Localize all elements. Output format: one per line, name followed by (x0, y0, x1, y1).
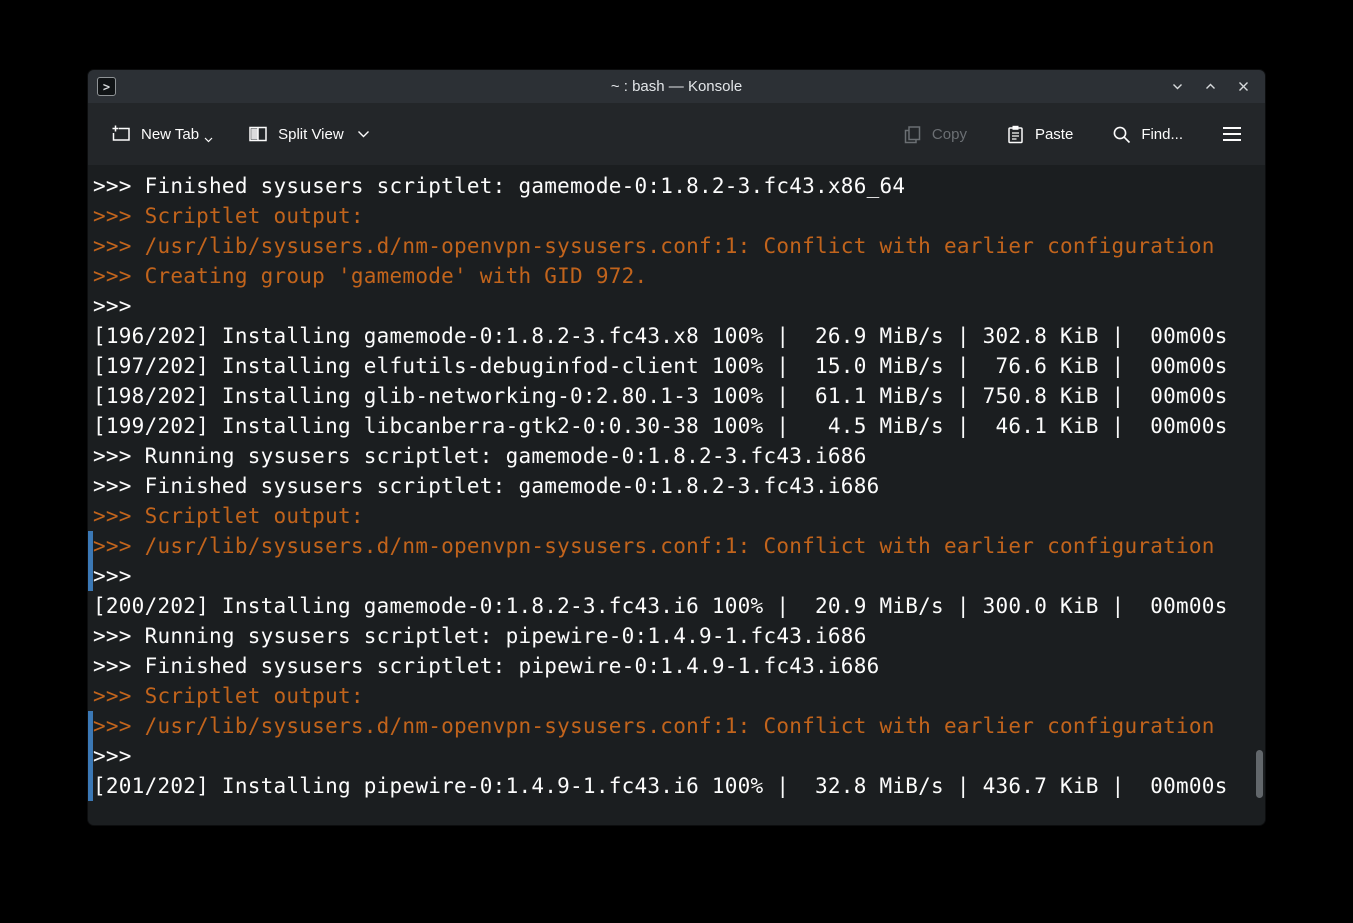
terminal-line: [196/202] Installing gamemode-0:1.8.2-3.… (88, 321, 1265, 351)
terminal-line: >>> (88, 561, 1265, 591)
terminal-line-text: >>> Scriptlet output: (93, 504, 364, 528)
terminal-line: >>> Finished sysusers scriptlet: gamemod… (88, 171, 1265, 201)
terminal-line: [200/202] Installing gamemode-0:1.8.2-3.… (88, 591, 1265, 621)
terminal-line-text: >>> /usr/lib/sysusers.d/nm-openvpn-sysus… (93, 234, 1215, 258)
terminal-line-text: >>> Finished sysusers scriptlet: gamemod… (93, 174, 905, 198)
maximize-button[interactable] (1203, 79, 1218, 94)
terminal-output: >>> Finished sysusers scriptlet: gamemod… (88, 171, 1265, 801)
terminal-line-text: >>> Finished sysusers scriptlet: gamemod… (93, 474, 879, 498)
terminal-line-text: [201/202] Installing pipewire-0:1.4.9-1.… (93, 774, 1228, 798)
terminal-line: >>> (88, 291, 1265, 321)
terminal-line-text: >>> Finished sysusers scriptlet: pipewir… (93, 654, 879, 678)
terminal-line: >>> Scriptlet output: (88, 681, 1265, 711)
paste-button[interactable]: Paste (1001, 118, 1077, 151)
search-icon (1111, 124, 1132, 145)
new-output-marker (88, 741, 93, 771)
terminal-line-text: >>> Running sysusers scriptlet: gamemode… (93, 444, 867, 468)
minimize-button[interactable] (1170, 79, 1185, 94)
terminal-line: >>> (88, 741, 1265, 771)
scrollbar-thumb[interactable] (1256, 750, 1263, 798)
terminal-line: >>> /usr/lib/sysusers.d/nm-openvpn-sysus… (88, 231, 1265, 261)
terminal-line-text: >>> Scriptlet output: (93, 204, 364, 228)
new-tab-icon (110, 123, 132, 145)
terminal-line-text: [198/202] Installing glib-networking-0:2… (93, 384, 1228, 408)
paste-label: Paste (1035, 126, 1073, 143)
terminal-line: >>> Scriptlet output: (88, 201, 1265, 231)
terminal-line: >>> Scriptlet output: (88, 501, 1265, 531)
chevron-down-icon (1170, 79, 1185, 94)
chevron-up-icon (1203, 79, 1218, 94)
chevron-down-icon (204, 137, 213, 143)
terminal-line-text: >>> Scriptlet output: (93, 684, 364, 708)
new-output-marker (88, 531, 93, 561)
new-tab-button[interactable]: New Tab (106, 117, 217, 151)
find-label: Find... (1141, 126, 1183, 143)
terminal-line-text: >>> /usr/lib/sysusers.d/nm-openvpn-sysus… (93, 534, 1215, 558)
split-view-button[interactable]: Split View (243, 117, 374, 151)
terminal-line: >>> Running sysusers scriptlet: gamemode… (88, 441, 1265, 471)
prompt-glyph: > (103, 81, 110, 93)
terminal-line: [197/202] Installing elfutils-debuginfod… (88, 351, 1265, 381)
terminal-line: >>> Finished sysusers scriptlet: pipewir… (88, 651, 1265, 681)
terminal-line: [201/202] Installing pipewire-0:1.4.9-1.… (88, 771, 1265, 801)
terminal-line: >>> Creating group 'gamemode' with GID 9… (88, 261, 1265, 291)
copy-icon (902, 124, 923, 145)
split-view-icon (247, 123, 269, 145)
titlebar[interactable]: > ~ : bash — Konsole (88, 70, 1265, 103)
terminal-area[interactable]: >>> Finished sysusers scriptlet: gamemod… (88, 165, 1265, 825)
copy-label: Copy (932, 126, 967, 143)
terminal-line: >>> Running sysusers scriptlet: pipewire… (88, 621, 1265, 651)
split-view-label: Split View (278, 126, 344, 143)
konsole-window: > ~ : bash — Konsole New Tab (88, 70, 1265, 825)
new-output-marker (88, 561, 93, 591)
new-output-marker (88, 711, 93, 741)
hamburger-menu-icon (1221, 125, 1243, 143)
terminal-line-text: >>> (93, 564, 132, 588)
close-icon (1236, 79, 1251, 94)
terminal-line-text: >>> Creating group 'gamemode' with GID 9… (93, 264, 647, 288)
terminal-line: >>> Finished sysusers scriptlet: gamemod… (88, 471, 1265, 501)
terminal-line: [198/202] Installing glib-networking-0:2… (88, 381, 1265, 411)
terminal-line: >>> /usr/lib/sysusers.d/nm-openvpn-sysus… (88, 531, 1265, 561)
terminal-line-text: >>> Running sysusers scriptlet: pipewire… (93, 624, 867, 648)
window-title: ~ : bash — Konsole (88, 78, 1265, 95)
terminal-line-text: >>> /usr/lib/sysusers.d/nm-openvpn-sysus… (93, 714, 1215, 738)
terminal-line-text: >>> (93, 294, 132, 318)
paste-icon (1005, 124, 1026, 145)
terminal-line: [199/202] Installing libcanberra-gtk2-0:… (88, 411, 1265, 441)
konsole-app-icon: > (97, 77, 116, 96)
toolbar: New Tab Split View Copy (88, 103, 1265, 165)
chevron-down-icon (357, 130, 370, 139)
menu-button[interactable] (1217, 119, 1247, 149)
terminal-line-text: [200/202] Installing gamemode-0:1.8.2-3.… (93, 594, 1228, 618)
close-button[interactable] (1236, 79, 1251, 94)
new-output-marker (88, 771, 93, 801)
copy-button[interactable]: Copy (898, 118, 971, 151)
new-tab-label: New Tab (141, 126, 199, 143)
terminal-line-text: [199/202] Installing libcanberra-gtk2-0:… (93, 414, 1228, 438)
find-button[interactable]: Find... (1107, 118, 1187, 151)
terminal-line-text: [197/202] Installing elfutils-debuginfod… (93, 354, 1228, 378)
terminal-line: >>> /usr/lib/sysusers.d/nm-openvpn-sysus… (88, 711, 1265, 741)
terminal-line-text: [196/202] Installing gamemode-0:1.8.2-3.… (93, 324, 1228, 348)
terminal-line-text: >>> (93, 744, 132, 768)
